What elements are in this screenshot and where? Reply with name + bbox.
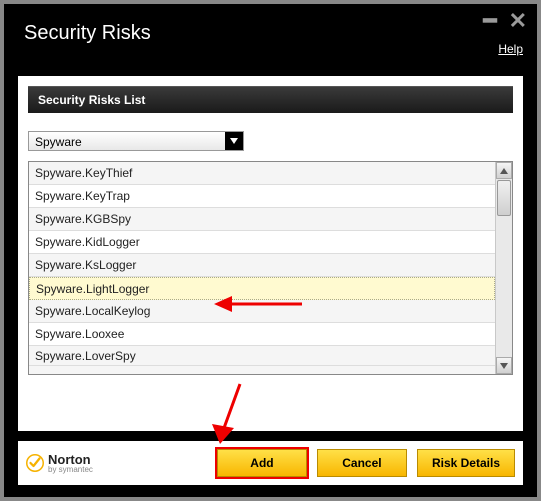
scrollbar[interactable]: [495, 162, 512, 374]
cancel-button[interactable]: Cancel: [317, 449, 407, 477]
list-item[interactable]: Spyware.KidLogger: [29, 231, 495, 254]
list-item[interactable]: Spyware.Looxee: [29, 323, 495, 346]
panel-header: Security Risks List: [28, 86, 513, 113]
list-item[interactable]: Spyware.LightLogger: [29, 277, 495, 300]
norton-check-icon: [26, 454, 44, 472]
list-item[interactable]: Spyware.LoverSpy: [29, 346, 495, 366]
category-filter-value: Spyware: [29, 132, 225, 150]
window-title: Security Risks: [24, 22, 517, 45]
brand-byline: by symantec: [48, 466, 93, 474]
risks-listbox[interactable]: Spyware.KeyThiefSpyware.KeyTrapSpyware.K…: [28, 161, 513, 375]
titlebar: Security Risks ━ ✕ Help: [4, 4, 537, 60]
scroll-up-button[interactable]: [496, 162, 512, 179]
scroll-down-button[interactable]: [496, 357, 512, 374]
brand-name: Norton: [48, 453, 93, 466]
help-link[interactable]: Help: [498, 42, 523, 56]
list-item[interactable]: Spyware.KGBSpy: [29, 208, 495, 231]
close-button[interactable]: ✕: [509, 10, 527, 32]
list-item[interactable]: Spyware.KeyTrap: [29, 185, 495, 208]
minimize-button[interactable]: ━: [483, 10, 496, 32]
security-risks-dialog: Security Risks ━ ✕ Help Security Risks L…: [4, 4, 537, 497]
footer: Norton by symantec Add Cancel Risk Detai…: [18, 441, 523, 485]
list-item[interactable]: Spyware.KsLogger: [29, 254, 495, 277]
category-filter-combo[interactable]: Spyware: [28, 131, 244, 151]
list-item[interactable]: Spyware.KeyThief: [29, 162, 495, 185]
chevron-down-icon[interactable]: [225, 132, 243, 150]
brand: Norton by symantec: [26, 453, 207, 474]
scroll-thumb[interactable]: [497, 180, 511, 216]
add-button[interactable]: Add: [217, 449, 307, 477]
content-panel: Security Risks List Spyware Spyware.KeyT…: [18, 76, 523, 431]
risk-details-button[interactable]: Risk Details: [417, 449, 515, 477]
list-item[interactable]: Spyware.LocalKeylog: [29, 300, 495, 323]
